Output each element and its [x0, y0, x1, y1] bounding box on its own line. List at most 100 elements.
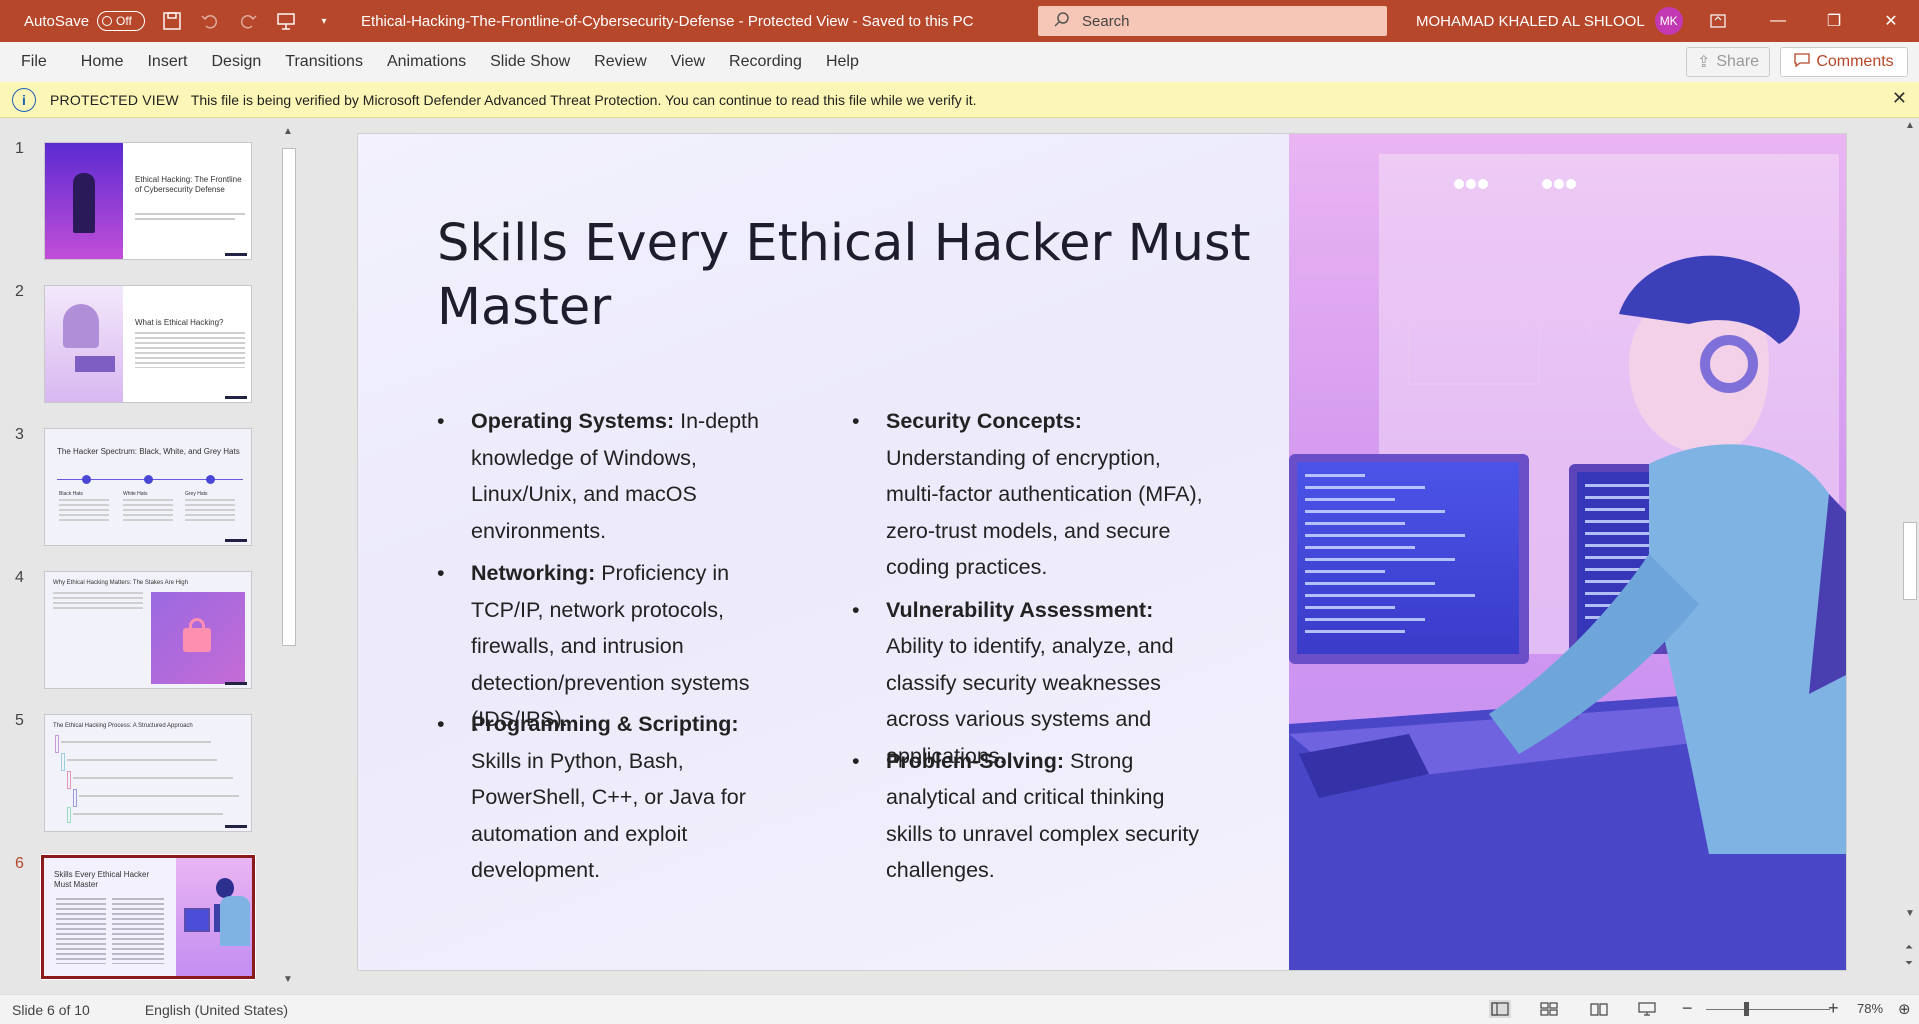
- slide-indicator: Slide 6 of 10: [12, 1001, 90, 1018]
- normal-view-icon[interactable]: [1489, 1000, 1511, 1018]
- right-bullet-column[interactable]: Security Concepts: Understanding of encr…: [852, 403, 1212, 895]
- close-icon[interactable]: ✕: [1863, 0, 1919, 42]
- save-icon[interactable]: [161, 10, 183, 32]
- menu-transitions[interactable]: Transitions: [273, 53, 375, 71]
- fit-to-window-icon[interactable]: ⊕: [1898, 1000, 1911, 1018]
- search-placeholder: Search: [1082, 12, 1130, 30]
- bullet-item: Networking: Proficiency in TCP/IP, netwo…: [437, 555, 767, 731]
- language-indicator[interactable]: English (United States): [145, 1002, 288, 1018]
- bullet-item: Problem-Solving: Strong analytical and c…: [852, 743, 1212, 889]
- slide-thumbnail-pane: 1 Ethical Hacking: The Frontline of Cybe…: [0, 118, 296, 989]
- customize-toolbar-icon[interactable]: ▾: [313, 10, 335, 32]
- menu-slide-show[interactable]: Slide Show: [478, 53, 582, 71]
- scroll-up-arrow-icon[interactable]: ▲: [283, 126, 293, 137]
- slide-thumbnail-6[interactable]: Skills Every Ethical Hacker Must Master: [40, 854, 256, 980]
- menu-home[interactable]: Home: [69, 53, 136, 71]
- scroll-down-arrow-icon[interactable]: ▼: [283, 974, 293, 985]
- thumbnail-number: 1: [15, 140, 24, 157]
- undo-icon[interactable]: [199, 10, 221, 32]
- bullet-item: Programming & Scripting: Skills in Pytho…: [437, 706, 767, 889]
- slide-sorter-icon[interactable]: [1538, 1000, 1560, 1018]
- share-button[interactable]: ⇪ Share: [1686, 47, 1770, 77]
- slide-thumbnail-2[interactable]: What is Ethical Hacking?: [44, 285, 252, 403]
- slide-text-area: Skills Every Ethical Hacker Must Master …: [358, 134, 1289, 970]
- reading-view-icon[interactable]: [1588, 1000, 1610, 1018]
- restore-icon[interactable]: ❐: [1806, 0, 1862, 42]
- thumbnail-title: Why Ethical Hacking Matters: The Stakes …: [53, 580, 188, 586]
- redo-icon[interactable]: [237, 10, 259, 32]
- info-icon: i: [12, 87, 36, 112]
- slide-thumbnail-4[interactable]: Why Ethical Hacking Matters: The Stakes …: [44, 571, 252, 689]
- zoom-slider[interactable]: [1706, 1009, 1830, 1010]
- share-icon: ⇪: [1696, 54, 1711, 71]
- autosave-toggle[interactable]: Off: [97, 11, 146, 31]
- bullet-item: Vulnerability Assessment: Ability to ide…: [852, 592, 1212, 768]
- account-area[interactable]: MOHAMAD KHALED AL SHLOOL MK: [1416, 0, 1683, 42]
- search-icon: [1054, 11, 1070, 31]
- menu-view[interactable]: View: [659, 53, 717, 71]
- menu-animations[interactable]: Animations: [375, 53, 478, 71]
- slide-scrollbar[interactable]: ▲ ▼ ⏶ ⏷: [1900, 118, 1919, 989]
- menu-recording[interactable]: Recording: [717, 53, 814, 71]
- bullet-heading: Vulnerability Assessment:: [886, 597, 1154, 622]
- zoom-out-button[interactable]: −: [1682, 998, 1693, 1019]
- ribbon-display-icon[interactable]: [1690, 0, 1746, 42]
- bullet-item: Security Concepts: Understanding of encr…: [852, 403, 1212, 586]
- thumbnail-title: The Hacker Spectrum: Black, White, and G…: [57, 447, 240, 456]
- bullet-text: Understanding of encryption, multi-facto…: [886, 445, 1203, 580]
- thumbnail-title: The Ethical Hacking Process: A Structure…: [53, 723, 193, 729]
- bullet-heading: Programming & Scripting:: [471, 712, 739, 736]
- thumbnail-title: Ethical Hacking: The Frontline of Cybers…: [135, 175, 242, 194]
- slide-thumbnail-1[interactable]: Ethical Hacking: The Frontline of Cybers…: [44, 142, 252, 260]
- hacker-illustration-image[interactable]: [1289, 134, 1846, 970]
- menu-design[interactable]: Design: [199, 53, 273, 71]
- slide-thumbnail-5[interactable]: The Ethical Hacking Process: A Structure…: [44, 714, 252, 832]
- thumbnail-title: What is Ethical Hacking?: [135, 318, 224, 327]
- slide-canvas[interactable]: Skills Every Ethical Hacker Must Master …: [357, 133, 1847, 971]
- thumbnail-label: Grey Hats: [185, 491, 208, 497]
- bullet-heading: Problem-Solving:: [886, 748, 1064, 773]
- protected-view-title: PROTECTED VIEW: [50, 91, 179, 108]
- thumbnail-number: 2: [15, 283, 24, 300]
- search-box[interactable]: Search: [1038, 6, 1387, 36]
- user-name: MOHAMAD KHALED AL SHLOOL: [1416, 12, 1645, 30]
- menu-file[interactable]: File: [0, 53, 69, 71]
- bullet-item: Operating Systems: In-depth knowledge of…: [437, 403, 767, 549]
- protected-view-message: This file is being verified by Microsoft…: [190, 91, 977, 108]
- menu-help[interactable]: Help: [814, 53, 871, 71]
- left-bullet-column[interactable]: Operating Systems: In-depth knowledge of…: [437, 403, 767, 895]
- slide-thumbnail-3[interactable]: The Hacker Spectrum: Black, White, and G…: [44, 428, 252, 546]
- thumbnail-number: 6: [15, 855, 24, 872]
- share-label: Share: [1716, 53, 1760, 70]
- slide-title[interactable]: Skills Every Ethical Hacker Must Master: [437, 212, 1257, 340]
- previous-slide-icon[interactable]: ⏶: [1905, 942, 1913, 953]
- close-message-icon[interactable]: ✕: [1892, 88, 1907, 109]
- zoom-slider-thumb[interactable]: [1744, 1002, 1749, 1016]
- present-from-start-icon[interactable]: [275, 10, 297, 32]
- status-bar: Slide 6 of 10 English (United States) − …: [0, 994, 1919, 1024]
- scrollbar-thumb[interactable]: [1903, 522, 1917, 600]
- bullet-heading: Networking:: [471, 561, 596, 585]
- next-slide-icon[interactable]: ⏷: [1905, 958, 1913, 969]
- thumbnail-number: 4: [15, 569, 24, 586]
- zoom-in-button[interactable]: +: [1828, 998, 1839, 1019]
- thumbnail-title: Skills Every Ethical Hacker Must Master: [54, 870, 150, 889]
- comments-button[interactable]: Comments: [1780, 47, 1908, 77]
- zoom-level[interactable]: 78%: [1857, 1001, 1883, 1016]
- avatar[interactable]: MK: [1654, 7, 1683, 35]
- bullet-heading: Operating Systems:: [471, 409, 675, 433]
- autosave-state: Off: [116, 14, 132, 28]
- slide-show-view-icon[interactable]: [1636, 1000, 1658, 1018]
- protected-view-bar: i PROTECTED VIEW This file is being veri…: [0, 82, 1919, 118]
- autosave-control[interactable]: AutoSave Off: [24, 11, 146, 31]
- comments-label: Comments: [1816, 53, 1894, 70]
- minimize-icon[interactable]: —: [1750, 0, 1806, 42]
- menu-review[interactable]: Review: [582, 53, 658, 71]
- menu-insert[interactable]: Insert: [135, 53, 199, 71]
- menu-bar: File Home Insert Design Transitions Anim…: [0, 42, 1919, 82]
- scroll-up-arrow-icon[interactable]: ▲: [1905, 120, 1915, 131]
- scroll-down-arrow-icon[interactable]: ▼: [1905, 908, 1915, 919]
- scrollbar-thumb[interactable]: [282, 148, 296, 646]
- thumbnail-scrollbar[interactable]: ▲ ▼: [280, 126, 296, 985]
- autosave-label: AutoSave: [24, 12, 90, 30]
